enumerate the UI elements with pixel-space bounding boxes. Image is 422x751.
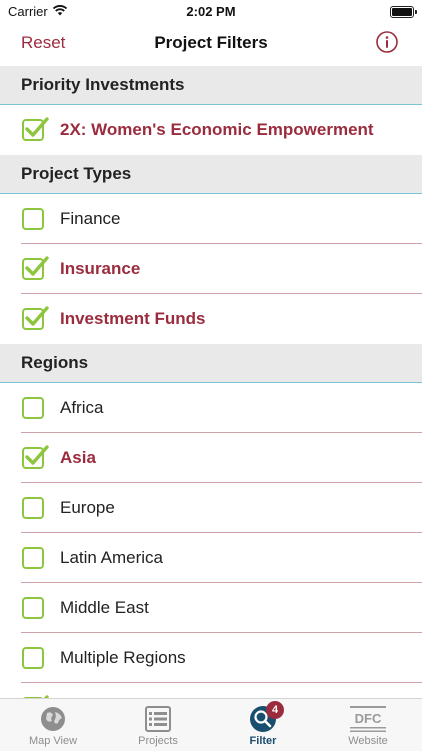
svg-text:DFC: DFC (355, 711, 382, 726)
filter-row[interactable]: 2X: Women's Economic Empowerment (0, 105, 422, 155)
filter-row[interactable] (0, 683, 422, 698)
filter-label: Multiple Regions (60, 648, 186, 667)
filter-row[interactable]: Middle East (0, 583, 422, 633)
filter-row[interactable]: Africa (0, 383, 422, 433)
clock: 2:02 PM (186, 4, 236, 19)
page-title: Project Filters (154, 33, 268, 52)
filter-label: Africa (60, 398, 104, 417)
tab-projects[interactable]: Projects (106, 699, 210, 751)
checkbox-unchecked[interactable] (22, 208, 44, 230)
checkbox-unchecked[interactable] (22, 547, 44, 569)
filter-label: Latin America (60, 548, 163, 567)
tab-bar: Map View Projects Filter 4 DFC Website (0, 698, 422, 751)
tab-filter[interactable]: Filter 4 (211, 699, 315, 751)
filter-label: Middle East (60, 598, 149, 617)
filter-row[interactable]: Finance (0, 194, 422, 244)
status-bar: Carrier 2:02 PM (0, 0, 422, 24)
tab-website[interactable]: DFC Website (316, 699, 420, 751)
tab-label: Website (348, 735, 388, 747)
filter-row[interactable]: Asia (0, 433, 422, 483)
filter-row[interactable]: Insurance (0, 244, 422, 294)
section-header: Project Types (0, 155, 422, 194)
checkbox-checked[interactable] (22, 445, 49, 469)
tab-label: Map View (28, 735, 78, 747)
checkmark-icon (25, 306, 49, 326)
battery-icon (390, 6, 417, 18)
info-icon[interactable] (376, 31, 398, 53)
checkmark-icon (25, 117, 49, 137)
filter-label: Insurance (60, 259, 141, 278)
filter-label: Investment Funds (60, 309, 206, 328)
checkbox-unchecked[interactable] (22, 597, 44, 619)
filter-count-badge: 4 (266, 701, 284, 719)
filter-label: Asia (60, 448, 96, 467)
filter-list[interactable]: Priority Investments 2X: Women's Economic… (0, 66, 422, 698)
checkmark-icon (25, 256, 49, 276)
checkbox-checked[interactable] (22, 306, 49, 330)
checkbox-checked[interactable] (22, 256, 49, 280)
filter-label: 2X: Women's Economic Empowerment (60, 120, 374, 139)
checkbox-unchecked[interactable] (22, 497, 44, 519)
filter-row[interactable]: Multiple Regions (0, 633, 422, 683)
list-icon (143, 704, 173, 734)
checkbox-unchecked[interactable] (22, 397, 44, 419)
filter-label: Finance (60, 209, 121, 228)
filter-label: Europe (60, 498, 115, 517)
dfc-logo-icon: DFC (348, 704, 388, 734)
tab-label: Projects (138, 735, 178, 747)
checkmark-icon (25, 445, 49, 465)
filter-row[interactable]: Investment Funds (0, 294, 422, 344)
filter-row[interactable]: Latin America (0, 533, 422, 583)
section-header: Priority Investments (0, 66, 422, 105)
filter-row[interactable]: Europe (0, 483, 422, 533)
checkbox-unchecked[interactable] (22, 647, 44, 669)
navigation-bar: Reset Project Filters (0, 24, 422, 64)
checkbox-checked[interactable] (22, 117, 49, 141)
section-header: Regions (0, 344, 422, 383)
tab-map-view[interactable]: Map View (1, 699, 105, 751)
tab-label: Filter (249, 735, 277, 747)
globe-icon (38, 704, 68, 734)
